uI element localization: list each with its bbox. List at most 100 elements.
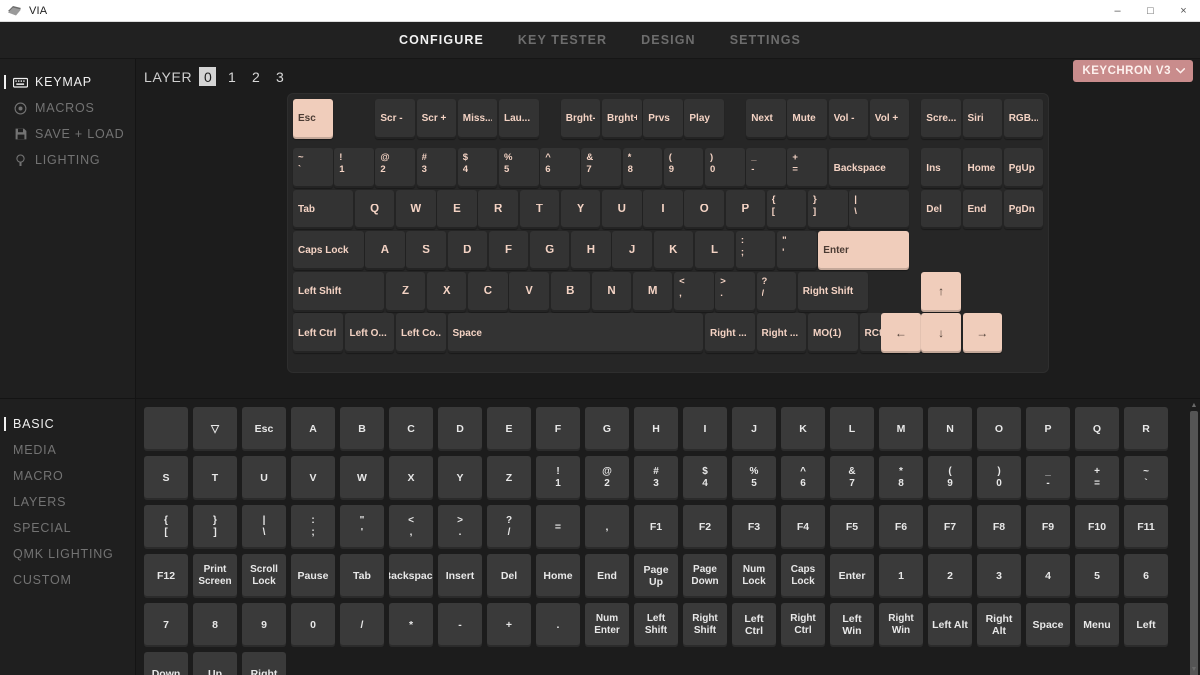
picker-key-2[interactable]: @2 bbox=[585, 456, 629, 500]
picker-key-q[interactable]: Q bbox=[1075, 407, 1119, 451]
picker-key-f2[interactable]: F2 bbox=[683, 505, 727, 549]
layer-button-0[interactable]: 0 bbox=[199, 67, 217, 86]
keyboard-key-esc[interactable]: Esc bbox=[293, 99, 333, 139]
keyboard-key-blank[interactable]: >. bbox=[715, 272, 755, 312]
picker-key-3[interactable]: 3 bbox=[977, 554, 1021, 598]
keyboard-key-play[interactable]: Play bbox=[684, 99, 724, 139]
picker-key-left-shift[interactable]: Left Shift bbox=[634, 603, 678, 647]
keyboard-key-miss[interactable]: Miss... bbox=[457, 99, 498, 139]
picker-key-f5[interactable]: F5 bbox=[830, 505, 874, 549]
keyboard-key-t[interactable]: T bbox=[519, 189, 560, 230]
picker-key-pause[interactable]: Pause bbox=[291, 554, 335, 598]
keyboard-key-s[interactable]: S bbox=[406, 230, 446, 271]
keyboard-key-scr[interactable]: Scr + bbox=[416, 99, 457, 139]
picker-key-8[interactable]: * 8 bbox=[879, 456, 923, 500]
keyboard-key-4[interactable]: $4 bbox=[457, 148, 498, 189]
picker-key-blank[interactable] bbox=[144, 407, 188, 451]
device-selector-badge[interactable]: KEYCHRON V3 bbox=[1073, 60, 1193, 82]
keyboard-key-d[interactable]: D bbox=[447, 230, 488, 271]
picker-key-5[interactable]: 5 bbox=[1075, 554, 1119, 598]
keyboard-key-7[interactable]: & 7 bbox=[581, 148, 621, 189]
keyboard-key-right[interactable]: Right ... bbox=[705, 313, 755, 353]
picker-key-5[interactable]: % 5 bbox=[732, 456, 776, 500]
picker-key-blank[interactable]: + = bbox=[1075, 456, 1119, 500]
keyboard-key-blank[interactable]: ↓ bbox=[921, 313, 961, 353]
picker-key-blank[interactable]: . bbox=[536, 603, 580, 647]
scrollbar-thumb[interactable] bbox=[1190, 411, 1198, 675]
picker-key-blank[interactable]: = bbox=[536, 505, 580, 549]
picker-key-space[interactable]: Space bbox=[1026, 603, 1070, 647]
picker-key-page-down[interactable]: Page Down bbox=[683, 554, 727, 598]
sidebar-item-basic[interactable]: BASIC bbox=[0, 411, 135, 437]
picker-key-6[interactable]: 6 bbox=[1124, 554, 1168, 598]
keyboard-key-c[interactable]: C bbox=[468, 272, 508, 312]
keyboard-key-b[interactable]: B bbox=[550, 272, 591, 312]
picker-key-menu[interactable]: Menu bbox=[1075, 603, 1119, 647]
layer-button-1[interactable]: 1 bbox=[223, 67, 240, 86]
minimize-button[interactable]: – bbox=[1101, 0, 1134, 22]
keyboard-key-blank[interactable]: :; bbox=[735, 230, 776, 271]
keyboard-key-w[interactable]: W bbox=[396, 189, 436, 230]
picker-key-1[interactable]: 1 bbox=[879, 554, 923, 598]
keyboard-key-blank[interactable]: {[ bbox=[766, 189, 807, 230]
keyboard-key-pgup[interactable]: PgUp bbox=[1003, 148, 1044, 189]
tab-configure[interactable]: CONFIGURE bbox=[399, 33, 484, 47]
keyboard-key-next[interactable]: Next bbox=[746, 99, 786, 139]
keyboard-key-lau[interactable]: Lau... bbox=[499, 99, 539, 139]
keyboard-key-blank[interactable]: ↑ bbox=[921, 272, 961, 312]
keyboard-key-ins[interactable]: Ins bbox=[921, 148, 961, 189]
keyboard-key-backspace[interactable]: Backspace bbox=[828, 148, 910, 189]
picker-key-insert[interactable]: Insert bbox=[438, 554, 482, 598]
picker-key-j[interactable]: J bbox=[732, 407, 776, 451]
picker-key-p[interactable]: P bbox=[1026, 407, 1070, 451]
picker-key-g[interactable]: G bbox=[585, 407, 629, 451]
picker-key-4[interactable]: 4 bbox=[1026, 554, 1070, 598]
keyboard-key-blank[interactable]: ~ ` bbox=[293, 148, 333, 189]
keyboard-key-brght[interactable]: Brght+ bbox=[602, 99, 642, 139]
keyboard-key-left-co[interactable]: Left Co... bbox=[396, 313, 446, 353]
picker-key-7[interactable]: & 7 bbox=[830, 456, 874, 500]
picker-key-s[interactable]: S bbox=[144, 456, 188, 500]
picker-key-y[interactable]: Y bbox=[438, 456, 482, 500]
keyboard-key-blank[interactable]: → bbox=[962, 313, 1003, 353]
keyboard-key-blank[interactable]: " ' bbox=[777, 230, 817, 271]
keyboard-key-rgb[interactable]: RGB... bbox=[1003, 99, 1044, 139]
picker-key-f11[interactable]: F11 bbox=[1124, 505, 1168, 549]
picker-key-end[interactable]: End bbox=[585, 554, 629, 598]
picker-key-t[interactable]: T bbox=[193, 456, 237, 500]
keyboard-key-blank[interactable]: <, bbox=[674, 272, 714, 312]
keyboard-key-blank[interactable]: + = bbox=[787, 148, 827, 189]
picker-key-4[interactable]: $4 bbox=[683, 456, 727, 500]
keyboard-key-caps-lock[interactable]: Caps Lock bbox=[293, 230, 364, 271]
keyboard-key-blank[interactable]: ? / bbox=[756, 272, 797, 312]
keyboard-key-q[interactable]: Q bbox=[354, 189, 395, 230]
picker-key-f10[interactable]: F10 bbox=[1075, 505, 1119, 549]
picker-key-8[interactable]: 8 bbox=[193, 603, 237, 647]
tab-design[interactable]: DESIGN bbox=[641, 33, 696, 47]
picker-key-f[interactable]: F bbox=[536, 407, 580, 451]
picker-key-f9[interactable]: F9 bbox=[1026, 505, 1070, 549]
picker-key-9[interactable]: (9 bbox=[928, 456, 972, 500]
picker-key-left-ctrl[interactable]: Left Ctrl bbox=[732, 603, 776, 647]
sidebar-item-macro[interactable]: MACRO bbox=[0, 463, 135, 489]
keyboard-key-f[interactable]: F bbox=[488, 230, 529, 271]
sidebar-item-layers[interactable]: LAYERS bbox=[0, 489, 135, 515]
keyboard-key-2[interactable]: @2 bbox=[375, 148, 415, 189]
picker-key-o[interactable]: O bbox=[977, 407, 1021, 451]
keyboard-key-r[interactable]: R bbox=[478, 189, 518, 230]
keyboard-key-vol[interactable]: Vol - bbox=[828, 99, 869, 139]
picker-key-right-ctrl[interactable]: Right Ctrl bbox=[781, 603, 825, 647]
picker-key-blank[interactable]: <, bbox=[389, 505, 433, 549]
sidebar-item-media[interactable]: MEDIA bbox=[0, 437, 135, 463]
picker-key-right[interactable]: Right bbox=[242, 652, 286, 675]
keyboard-key-siri[interactable]: Siri bbox=[962, 99, 1003, 139]
keyboard-key-left-ctrl[interactable]: Left Ctrl bbox=[293, 313, 343, 353]
picker-key-left-alt[interactable]: Left Alt bbox=[928, 603, 972, 647]
picker-key-blank[interactable]: / bbox=[340, 603, 384, 647]
close-button[interactable]: × bbox=[1167, 0, 1200, 22]
picker-key-0[interactable]: ) 0 bbox=[977, 456, 1021, 500]
keyboard-key-enter[interactable]: Enter bbox=[818, 230, 910, 271]
picker-key-caps-lock[interactable]: Caps Lock bbox=[781, 554, 825, 598]
keyboard-key-mo-1[interactable]: MO(1) bbox=[808, 313, 858, 353]
picker-key-blank[interactable]: >. bbox=[438, 505, 482, 549]
